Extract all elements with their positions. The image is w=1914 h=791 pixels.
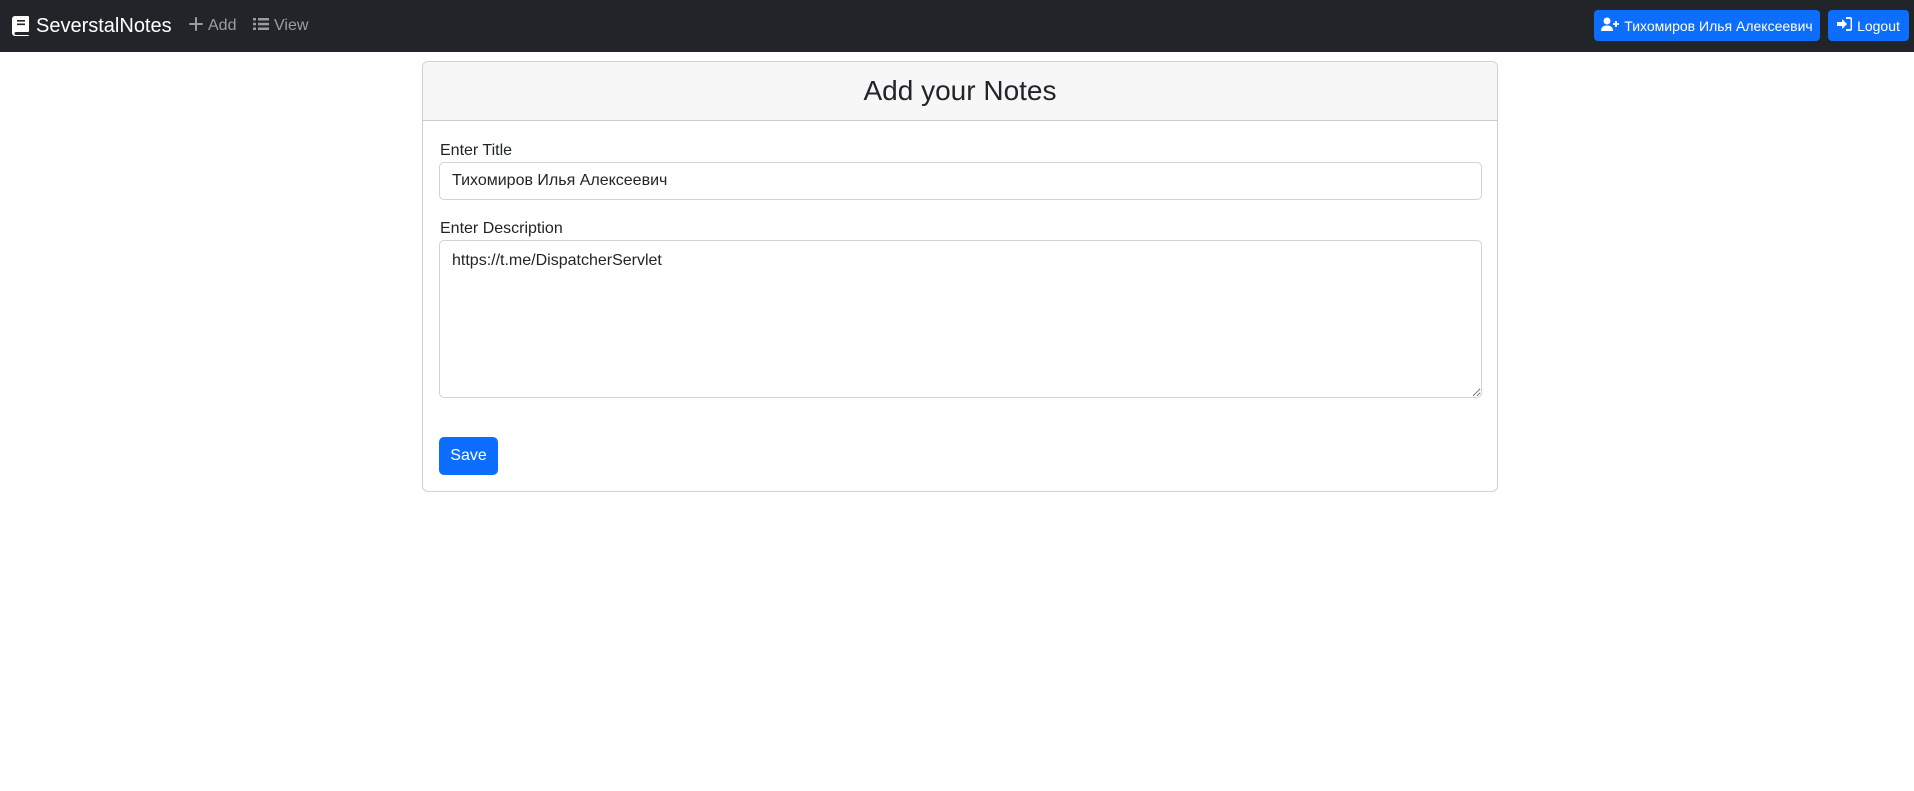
- sign-in-icon: [1837, 17, 1853, 34]
- title-label: Enter Title: [440, 142, 513, 159]
- brand-name: SeverstalNotes: [36, 14, 172, 37]
- description-textarea[interactable]: https://t.me/DispatcherServlet: [439, 240, 1482, 398]
- brand-link[interactable]: SeverstalNotes: [12, 0, 172, 52]
- user-profile-button[interactable]: Тихомиров Илья Алексеевич: [1594, 10, 1820, 41]
- save-button[interactable]: Save: [439, 437, 498, 475]
- title-input[interactable]: [439, 162, 1482, 200]
- list-icon: [253, 17, 269, 36]
- logout-label: Logout: [1857, 17, 1900, 34]
- page-title: Add your Notes: [863, 75, 1057, 106]
- book-icon: [12, 16, 30, 36]
- nav-view-label: View: [274, 17, 309, 34]
- user-plus-icon: [1601, 17, 1620, 34]
- plus-icon: [189, 16, 203, 36]
- nav-add-link[interactable]: Add: [189, 0, 236, 52]
- nav-view-link[interactable]: View: [253, 0, 308, 52]
- description-label: Enter Description: [440, 220, 563, 237]
- card-header: Add your Notes: [423, 62, 1497, 121]
- nav-add-label: Add: [208, 17, 237, 34]
- add-note-card: Add your Notes Enter Title Enter Descrip…: [422, 61, 1498, 492]
- user-name-label: Тихомиров Илья Алексеевич: [1624, 17, 1813, 34]
- logout-button[interactable]: Logout: [1828, 10, 1909, 41]
- top-navbar: SeverstalNotes Add View Тихомиров Илья А…: [0, 0, 1914, 52]
